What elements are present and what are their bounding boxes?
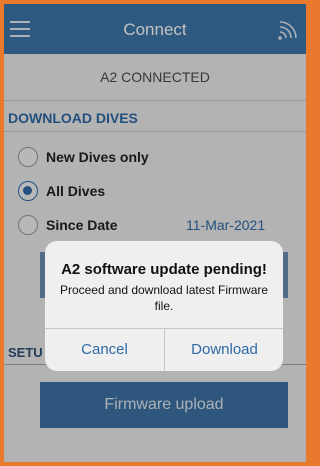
cancel-button[interactable]: Cancel (45, 329, 164, 371)
dialog-message: Proceed and download latest Firmware fil… (59, 283, 269, 313)
modal-backdrop (4, 4, 306, 462)
dialog-title: A2 software update pending! (61, 261, 267, 278)
update-dialog: A2 software update pending! Proceed and … (45, 241, 283, 371)
app-screen: Connect A2 CONNECTED DOWNLOAD DIVES New … (4, 4, 306, 462)
download-firmware-button[interactable]: Download (165, 329, 283, 371)
